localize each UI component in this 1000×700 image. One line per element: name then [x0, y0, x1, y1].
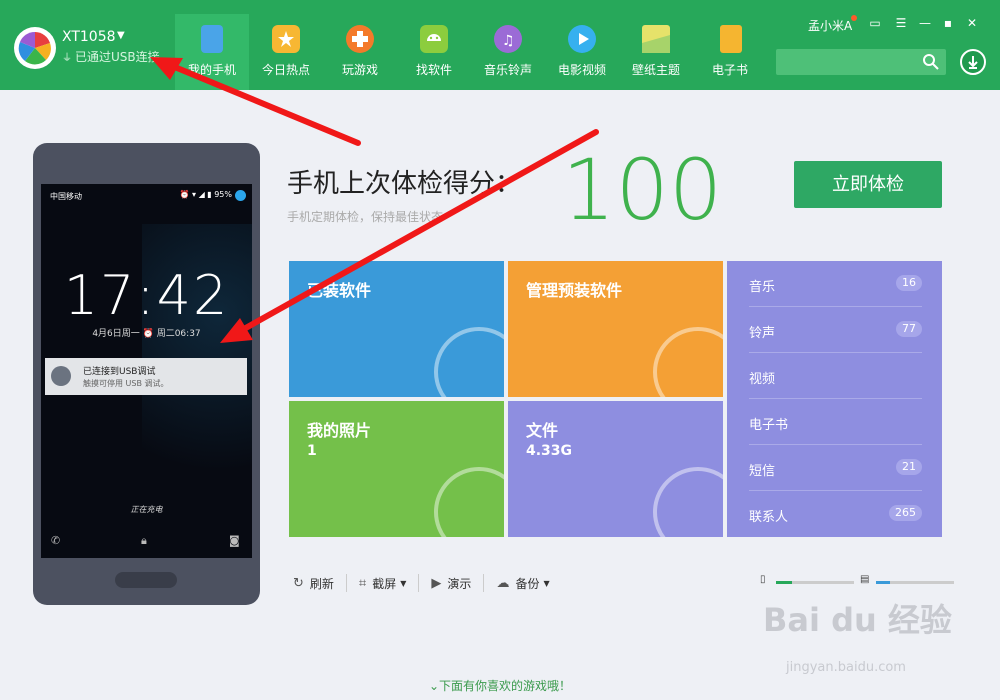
annotation-arrows — [150, 57, 599, 343]
red-arrow-to-notification — [220, 129, 599, 343]
red-arrow-to-usb-status — [150, 57, 361, 146]
